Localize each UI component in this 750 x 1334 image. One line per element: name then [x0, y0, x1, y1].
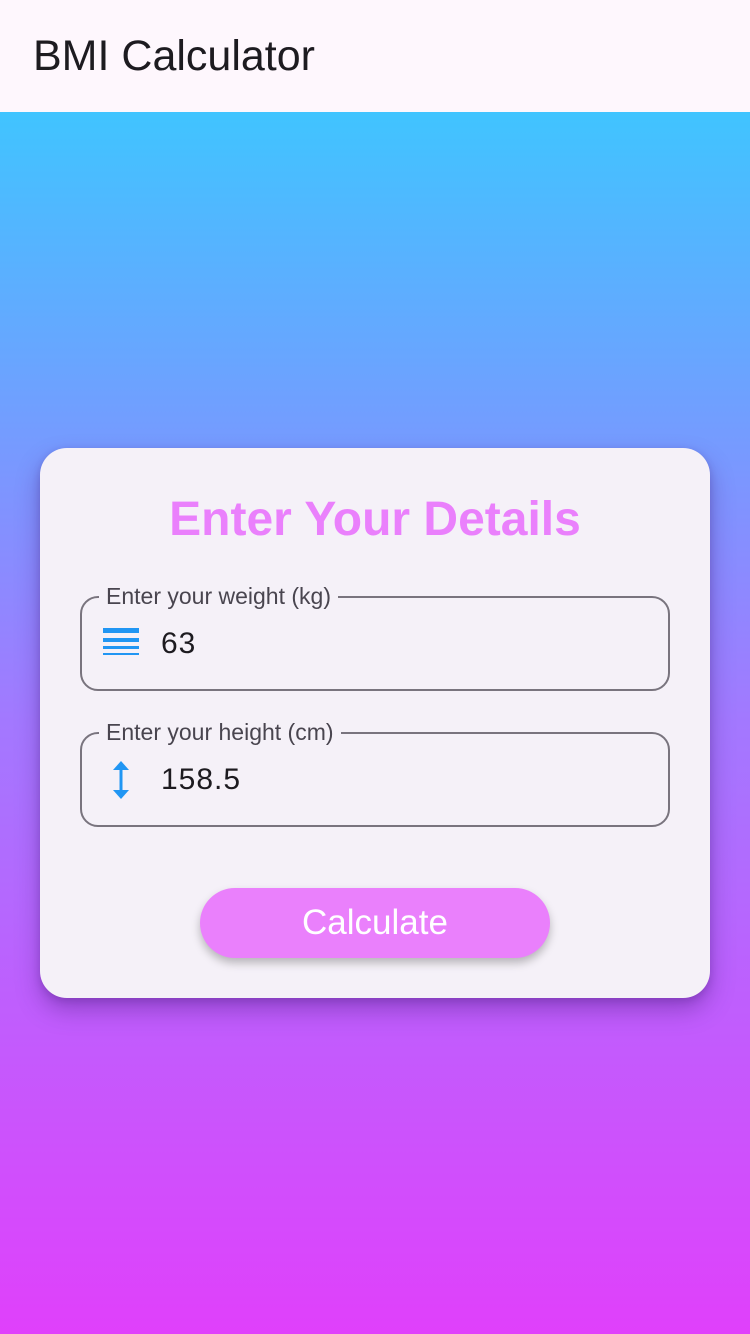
- line-weight-icon: [102, 625, 140, 663]
- height-arrows-icon: [102, 761, 140, 799]
- weight-field[interactable]: Enter your weight (kg): [80, 582, 670, 691]
- app-title: BMI Calculator: [33, 31, 315, 80]
- weight-input[interactable]: [161, 598, 641, 689]
- app-bar: BMI Calculator: [0, 0, 750, 112]
- gradient-background: Enter Your Details Enter your weight (kg…: [0, 112, 750, 1334]
- calculate-button[interactable]: Calculate: [200, 888, 550, 958]
- card-title: Enter Your Details: [169, 493, 581, 546]
- details-card: Enter Your Details Enter your weight (kg…: [40, 448, 710, 998]
- height-field[interactable]: Enter your height (cm): [80, 718, 670, 827]
- height-input[interactable]: [161, 734, 641, 825]
